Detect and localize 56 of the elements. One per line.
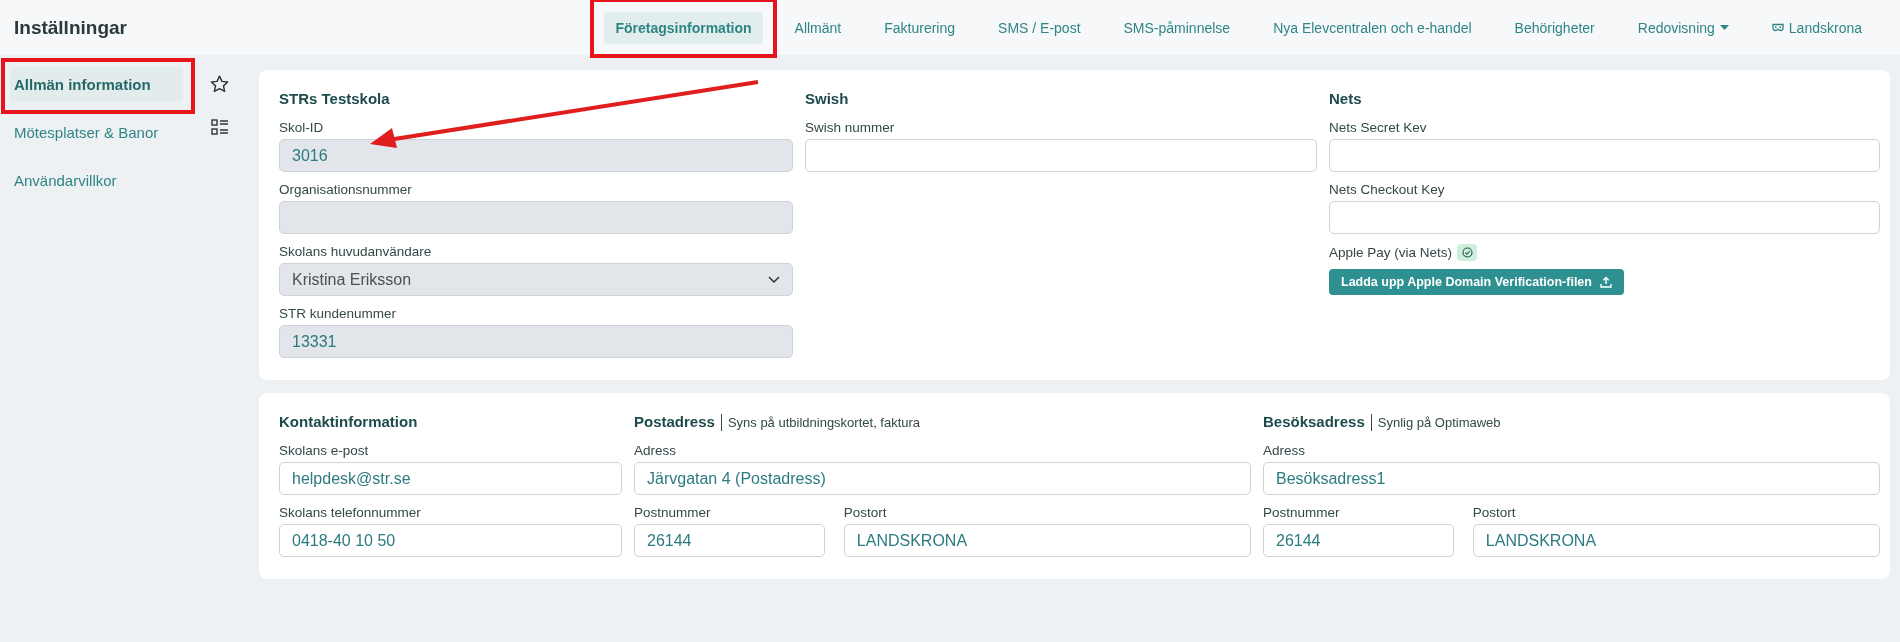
field-label: Swish nummer (805, 120, 896, 135)
sidebar-item[interactable]: Mötesplatser & Banor (10, 115, 183, 150)
text-field[interactable] (805, 139, 1317, 172)
apple-pay-label: Apple Pay (via Nets) (1329, 245, 1453, 260)
section-title: Besöksadress (1263, 413, 1365, 430)
text-field[interactable]: Järvgatan 4 (Postadress) (634, 462, 1251, 495)
field-label: Nets Secret Kev (1329, 120, 1428, 135)
field-label: Postort (843, 505, 888, 520)
text-field[interactable]: Besöksadress1 (1263, 462, 1880, 495)
section-title: Postadress (634, 413, 715, 430)
caret-icon (1719, 25, 1729, 30)
star-icon[interactable] (209, 75, 229, 93)
section-title: Nets (1329, 90, 1362, 107)
nav-tab[interactable]: Nya Elevcentralen och e-handel (1262, 11, 1483, 44)
field-label: Skolans e-post (279, 443, 370, 458)
field-label: Adress (634, 443, 678, 458)
nav-tab[interactable]: Behörigheter (1503, 11, 1606, 44)
field-label: Postort (1472, 505, 1517, 520)
text-field[interactable] (1329, 201, 1880, 234)
mask-icon (1771, 23, 1784, 32)
nav-tab[interactable]: Landskrona (1760, 11, 1873, 44)
field-label: Organisationsnummer (279, 182, 413, 197)
chevron-down-icon (768, 276, 780, 283)
text-field[interactable]: LANDSKRONA (843, 524, 1251, 557)
section-title: STRs Testskola (279, 90, 390, 107)
nav-tab[interactable]: SMS-påminnelse (1112, 11, 1242, 44)
section-title: Kontaktinformation (279, 413, 418, 430)
field-label: Postnummer (634, 505, 712, 520)
field-label: Adress (1263, 443, 1307, 458)
text-field[interactable]: 26144 (634, 524, 825, 557)
text-field[interactable] (1329, 139, 1880, 172)
field-label: Skolans huvudanvändare (279, 244, 433, 259)
section-subtitle: Syns på utbildningskortet, faktura (720, 414, 921, 431)
field-label: Skol-ID (279, 120, 325, 135)
sidebar-item[interactable]: Användarvillkor (10, 163, 183, 198)
nav-tab[interactable]: SMS / E-post (987, 11, 1092, 44)
list-icon[interactable] (210, 119, 228, 135)
nav-tab[interactable]: Allmänt (783, 11, 853, 44)
field-label: STR kundenummer (279, 306, 398, 321)
upload-button[interactable]: Ladda upp Apple Domain Verification-filen (1329, 269, 1624, 295)
page-title: Inställningar (14, 16, 127, 39)
section-title: Swish (805, 90, 849, 107)
nav-tab[interactable]: Företagsinformation (604, 11, 763, 44)
text-field[interactable]: 0418-40 10 50 (279, 524, 622, 557)
field-label: Skolans telefonnummer (279, 505, 422, 520)
sidebar-item[interactable]: Allmän information (10, 67, 183, 102)
upload-icon (1599, 276, 1612, 288)
field-label: Nets Checkout Key (1329, 182, 1446, 197)
section-subtitle: Synlig på Optimaweb (1370, 414, 1501, 431)
text-field[interactable]: LANDSKRONA (1472, 524, 1880, 557)
nav-tab[interactable]: Fakturering (873, 11, 967, 44)
field-label: Postnummer (1263, 505, 1341, 520)
text-field[interactable]: helpdesk@str.se (279, 462, 622, 495)
nav-tab[interactable]: Redovisning (1626, 11, 1740, 44)
text-field[interactable]: 26144 (1263, 524, 1454, 557)
check-circle-icon (1461, 247, 1473, 258)
